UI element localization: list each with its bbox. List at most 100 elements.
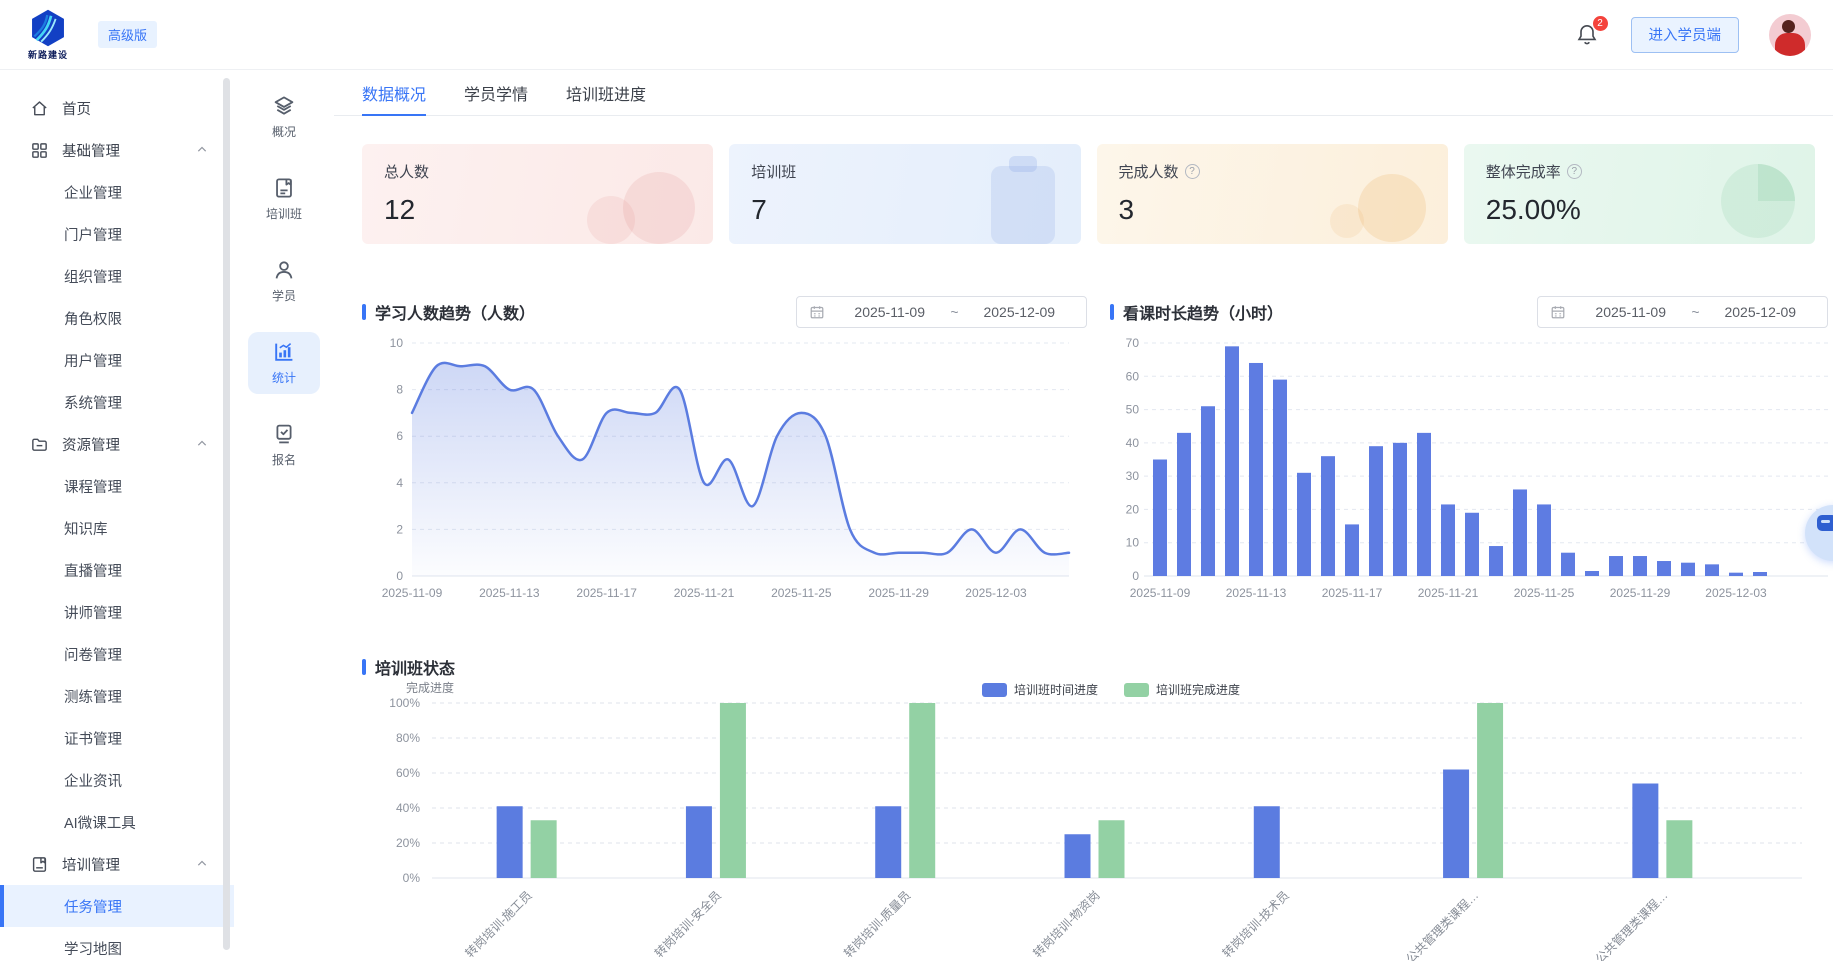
menu-label: 直播管理 — [64, 560, 122, 581]
svg-text:转岗培训-施工员: 转岗培训-施工员 — [462, 888, 535, 961]
study-trend-date-range-picker[interactable]: 2025-11-09 ~ 2025-12-09 — [796, 296, 1087, 328]
sidebar-item-测练管理[interactable]: 测练管理 — [0, 675, 234, 717]
date-end[interactable]: 2025-12-09 — [1706, 304, 1815, 320]
tab-学员学情[interactable]: 学员学情 — [464, 70, 528, 115]
stat-card-总人数: 总人数12 — [362, 144, 713, 244]
notification-bell-button[interactable]: 2 — [1575, 22, 1601, 48]
study-trend-panel: 学习人数趋势（人数） 2025-11-09 ~ 2025-12-09 02468… — [362, 295, 1087, 619]
svg-text:2025-11-17: 2025-11-17 — [576, 586, 637, 600]
sidebar-item-证书管理[interactable]: 证书管理 — [0, 717, 234, 759]
svg-text:2025-11-21: 2025-11-21 — [674, 586, 735, 600]
sidebar-item-讲师管理[interactable]: 讲师管理 — [0, 591, 234, 633]
sidebar-item-系统管理[interactable]: 系统管理 — [0, 381, 234, 423]
rail-item-概况[interactable]: 概况 — [248, 86, 320, 148]
study-trend-title: 学习人数趋势（人数） — [362, 300, 535, 324]
sidebar-item-任务管理[interactable]: 任务管理 — [0, 885, 234, 927]
menu-label: AI微课工具 — [64, 812, 136, 833]
book-icon — [30, 854, 50, 874]
rail-label: 统计 — [272, 369, 296, 386]
svg-text:公共管理类课程…: 公共管理类课程… — [1403, 888, 1481, 961]
sidebar-item-用户管理[interactable]: 用户管理 — [0, 339, 234, 381]
svg-text:转岗培训-技术员: 转岗培训-技术员 — [1219, 888, 1292, 961]
chevron-up-icon — [196, 859, 208, 868]
watch-hours-title: 看课时长趋势（小时） — [1110, 300, 1283, 324]
stat-card-培训班: 培训班7 — [729, 144, 1080, 244]
date-start[interactable]: 2025-11-09 — [835, 304, 944, 320]
menu-label: 系统管理 — [64, 392, 122, 413]
stat-cards-row: 总人数12培训班7完成人数?3整体完成率?25.00% — [362, 144, 1815, 244]
line-chart-svg: 02468102025-11-092025-11-132025-11-17202… — [362, 329, 1087, 619]
statistics-icon-rail: 概况培训班学员统计报名 — [234, 70, 334, 961]
stat-value: 12 — [384, 194, 691, 226]
svg-text:转岗培训-质量员: 转岗培训-质量员 — [841, 888, 914, 961]
svg-text:10: 10 — [390, 336, 404, 350]
sidebar-item-问卷管理[interactable]: 问卷管理 — [0, 633, 234, 675]
watch-hours-date-range-picker[interactable]: 2025-11-09 ~ 2025-12-09 — [1537, 296, 1828, 328]
sidebar-scrollbar[interactable] — [223, 78, 230, 950]
sidebar-item-资源管理[interactable]: 资源管理 — [0, 423, 234, 465]
sidebar-item-门户管理[interactable]: 门户管理 — [0, 213, 234, 255]
rail-label: 概况 — [272, 123, 296, 140]
sidebar-item-企业管理[interactable]: 企业管理 — [0, 171, 234, 213]
menu-label: 用户管理 — [64, 350, 122, 371]
svg-text:100%: 100% — [389, 696, 420, 710]
legend-item-completion-progress[interactable]: 培训班完成进度 — [1124, 681, 1240, 698]
help-icon[interactable]: ? — [1567, 164, 1582, 179]
svg-text:10: 10 — [1126, 536, 1140, 550]
assistant-chat-icon — [1817, 515, 1833, 531]
calendar-icon — [809, 304, 825, 320]
stat-card-完成人数: 完成人数?3 — [1097, 144, 1448, 244]
sidebar-item-企业资讯[interactable]: 企业资讯 — [0, 759, 234, 801]
sidebar-item-首页[interactable]: 首页 — [0, 87, 234, 129]
menu-label: 资源管理 — [62, 434, 120, 455]
help-icon[interactable]: ? — [1185, 164, 1200, 179]
logo-hexagon-icon — [29, 9, 67, 47]
svg-text:2: 2 — [396, 522, 403, 536]
notification-count-badge: 2 — [1592, 15, 1609, 32]
rail-item-培训班[interactable]: 培训班 — [248, 168, 320, 230]
sidebar-item-培训管理[interactable]: 培训管理 — [0, 843, 234, 885]
rail-item-统计[interactable]: 统计 — [248, 332, 320, 394]
svg-text:0: 0 — [396, 569, 403, 583]
svg-text:80%: 80% — [396, 731, 420, 745]
tab-培训班进度[interactable]: 培训班进度 — [566, 70, 646, 115]
svg-text:2025-11-25: 2025-11-25 — [1514, 586, 1575, 600]
rail-item-学员[interactable]: 学员 — [248, 250, 320, 312]
date-start[interactable]: 2025-11-09 — [1576, 304, 1685, 320]
enter-student-portal-button[interactable]: 进入学员端 — [1631, 17, 1740, 53]
menu-label: 学习地图 — [64, 938, 122, 959]
date-separator: ~ — [944, 304, 964, 320]
rail-item-报名[interactable]: 报名 — [248, 414, 320, 476]
legend-label: 培训班完成进度 — [1156, 681, 1240, 698]
bar-chart-svg: 0102030405060702025-11-092025-11-132025-… — [1110, 329, 1833, 619]
sidebar-item-知识库[interactable]: 知识库 — [0, 507, 234, 549]
title-accent-bar — [362, 304, 366, 320]
avatar-figure-head — [1782, 20, 1795, 33]
legend-item-time-progress[interactable]: 培训班时间进度 — [982, 681, 1098, 698]
plan-badge: 高级版 — [98, 21, 157, 48]
main-content: 数据概况学员学情培训班进度 总人数12培训班7完成人数?3整体完成率?25.00… — [334, 70, 1833, 961]
sidebar-item-AI微课工具[interactable]: AI微课工具 — [0, 801, 234, 843]
avatar-figure-body — [1775, 33, 1805, 56]
sidebar-item-课程管理[interactable]: 课程管理 — [0, 465, 234, 507]
date-separator: ~ — [1685, 304, 1705, 320]
menu-label: 证书管理 — [64, 728, 122, 749]
user-avatar[interactable] — [1769, 14, 1811, 56]
menu-label: 课程管理 — [64, 476, 122, 497]
menu-label: 任务管理 — [64, 896, 122, 917]
sidebar-item-直播管理[interactable]: 直播管理 — [0, 549, 234, 591]
sidebar-item-组织管理[interactable]: 组织管理 — [0, 255, 234, 297]
date-end[interactable]: 2025-12-09 — [965, 304, 1074, 320]
tab-数据概况[interactable]: 数据概况 — [362, 70, 426, 115]
svg-text:公共管理类课程…: 公共管理类课程… — [1592, 888, 1670, 961]
svg-text:2025-11-09: 2025-11-09 — [1130, 586, 1191, 600]
layers-icon — [272, 94, 296, 118]
y-axis-label: 完成进度 — [406, 679, 454, 696]
stat-card-整体完成率: 整体完成率?25.00% — [1464, 144, 1815, 244]
stat-value: 7 — [751, 194, 1058, 226]
sidebar-item-角色权限[interactable]: 角色权限 — [0, 297, 234, 339]
sidebar-item-学习地图[interactable]: 学习地图 — [0, 927, 234, 961]
app-root: 新路建设 高级版 2 进入学员端 首页基础管理企业管理门户管理组织管理角色权限用… — [0, 0, 1833, 961]
sidebar-item-基础管理[interactable]: 基础管理 — [0, 129, 234, 171]
svg-text:40%: 40% — [396, 801, 420, 815]
